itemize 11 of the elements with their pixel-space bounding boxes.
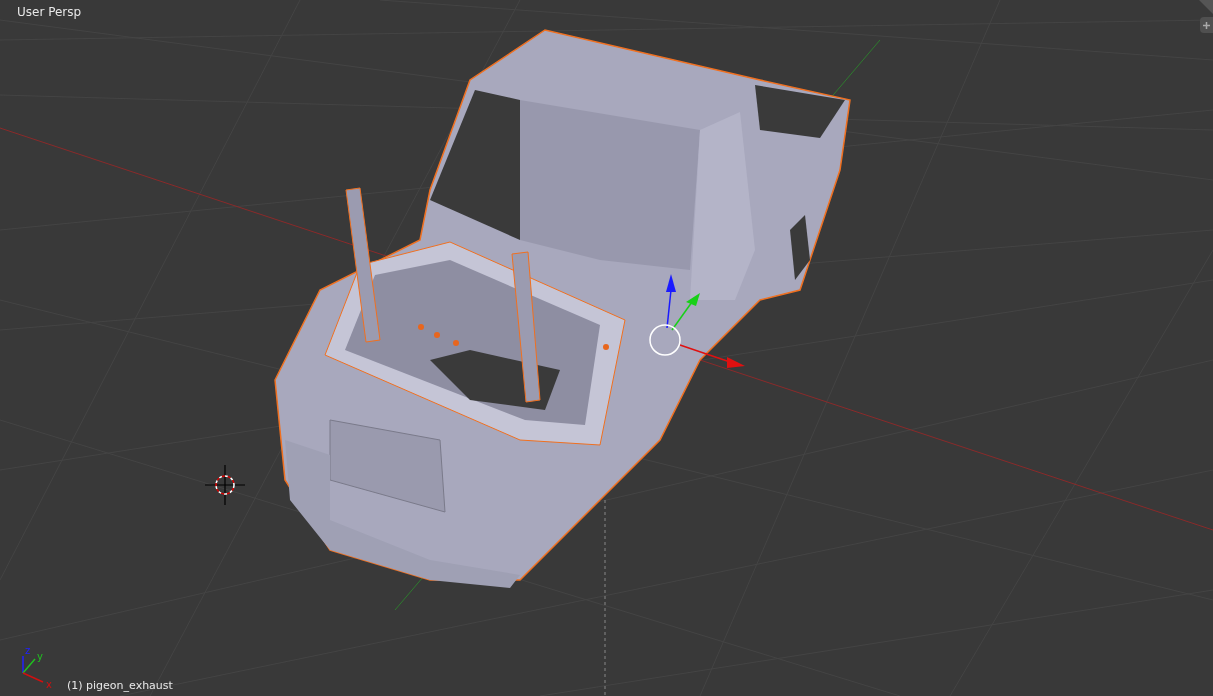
transform-gizmo-drawing[interactable] <box>649 274 745 368</box>
view-label: User Persp <box>17 5 82 19</box>
axis-label: x <box>46 679 52 690</box>
axis-label: z <box>25 645 31 656</box>
corner-handle-icon[interactable] <box>1199 0 1213 14</box>
axis-label: y <box>37 651 43 662</box>
active-object-label: (1) pigeon_exhaust <box>67 679 173 692</box>
axis-orientation-icon <box>22 655 44 683</box>
add-region-button[interactable] <box>1200 17 1213 33</box>
plus-icon <box>1203 21 1210 29</box>
3d-cursor-icon <box>204 464 246 506</box>
